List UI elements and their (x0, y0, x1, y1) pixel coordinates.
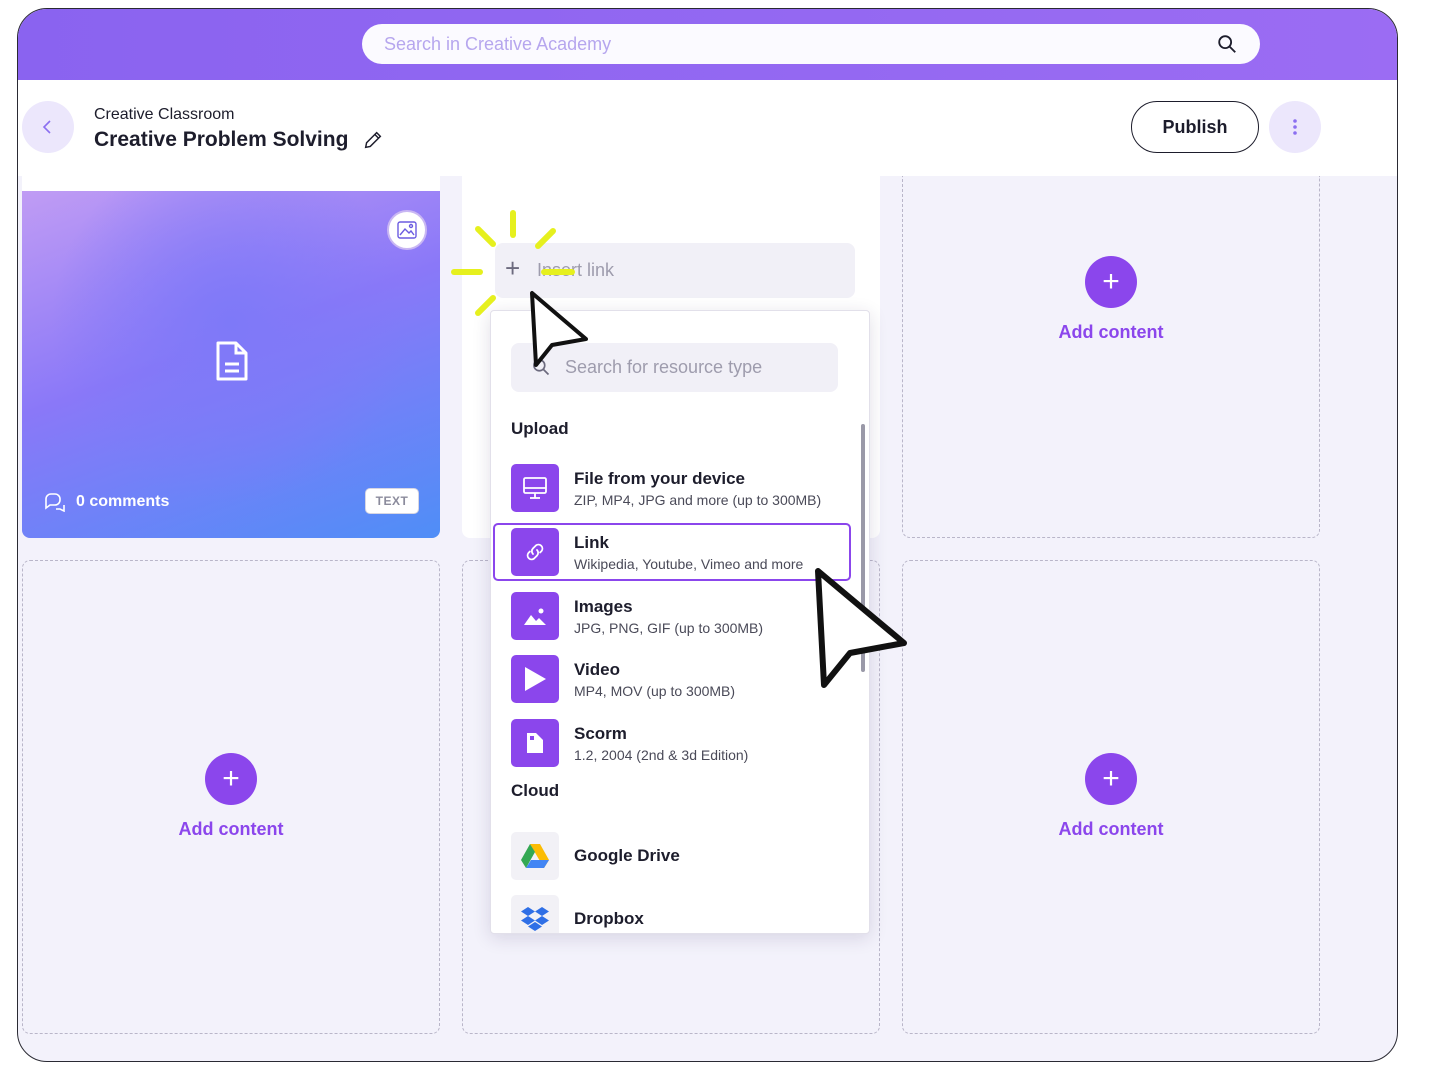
global-search-input[interactable]: Search in Creative Academy (362, 24, 1260, 64)
cloud-section-heading: Cloud (511, 781, 560, 800)
option-file-from-device[interactable]: File from your device ZIP, MP4, JPG and … (511, 461, 841, 515)
option-dropbox[interactable]: Dropbox (511, 892, 841, 933)
option-images[interactable]: Images JPG, PNG, GIF (up to 300MB) (511, 589, 841, 643)
document-icon (216, 341, 248, 381)
change-cover-button[interactable] (387, 210, 427, 250)
plus-icon: + (205, 753, 257, 805)
option-video[interactable]: Video MP4, MOV (up to 300MB) (511, 652, 841, 706)
option-title: Scorm (574, 723, 627, 743)
card-top-edge (22, 176, 440, 191)
dropbox-icon (511, 895, 559, 933)
option-title: Link (574, 532, 609, 552)
back-button[interactable] (22, 101, 74, 153)
resource-type-search-input[interactable]: Search for resource type (511, 343, 838, 392)
more-options-button[interactable] (1269, 101, 1321, 153)
comments-count[interactable]: 0 comments (44, 492, 169, 512)
link-icon (511, 528, 559, 576)
upload-section-heading: Upload (511, 419, 569, 438)
insert-link-placeholder: Insert link (537, 260, 615, 280)
plus-icon: + (1085, 753, 1137, 805)
plus-icon[interactable]: + (505, 255, 520, 281)
page-title-text: Creative Problem Solving (94, 128, 349, 151)
option-title: Images (574, 596, 633, 616)
page-title: Creative Problem Solving (94, 128, 384, 152)
comments-icon (45, 493, 65, 512)
option-google-drive[interactable]: Google Drive (511, 829, 841, 883)
option-subtitle: ZIP, MP4, JPG and more (up to 300MB) (574, 491, 822, 508)
publish-button[interactable]: Publish (1131, 101, 1259, 153)
insert-link-input[interactable]: + Insert link (495, 243, 855, 298)
option-subtitle: 1.2, 2004 (2nd & 3d Edition) (574, 746, 749, 763)
top-bar: Search in Creative Academy (18, 9, 1397, 80)
option-subtitle: MP4, MOV (up to 300MB) (574, 682, 736, 699)
resource-search-placeholder: Search for resource type (565, 357, 763, 377)
resource-type-badge: TEXT (365, 488, 419, 514)
monitor-icon (511, 464, 559, 512)
add-content-button[interactable]: + Add content (903, 753, 1319, 840)
add-content-button[interactable]: + Add content (23, 753, 439, 840)
search-icon (533, 359, 550, 376)
empty-slot: + Add content (22, 560, 440, 1034)
scorm-icon (511, 719, 559, 767)
text-resource-card[interactable]: 0 comments TEXT (22, 191, 440, 538)
option-link[interactable]: Link Wikipedia, Youtube, Vimeo and more (493, 523, 851, 581)
resource-type-dropdown: Search for resource type Upload File fro… (490, 310, 870, 934)
comments-label: 0 comments (76, 493, 170, 510)
add-content-label: Add content (1058, 819, 1164, 839)
kebab-menu-icon (1293, 119, 1297, 135)
option-subtitle: JPG, PNG, GIF (up to 300MB) (574, 619, 764, 636)
google-drive-icon (511, 832, 559, 880)
search-placeholder: Search in Creative Academy (384, 33, 612, 54)
add-content-label: Add content (1058, 322, 1164, 342)
option-subtitle: Wikipedia, Youtube, Vimeo and more (574, 555, 804, 572)
add-content-label: Add content (178, 819, 284, 839)
add-content-button[interactable]: + Add content (903, 256, 1319, 343)
option-title: Dropbox (574, 909, 644, 928)
breadcrumb[interactable]: Creative Classroom (94, 106, 234, 124)
image-icon (511, 592, 559, 640)
option-title: Video (574, 659, 620, 679)
pencil-icon[interactable] (362, 129, 384, 151)
empty-slot: + Add content (902, 560, 1320, 1034)
search-icon[interactable] (1216, 33, 1238, 55)
plus-icon: + (1085, 256, 1137, 308)
option-title: Google Drive (574, 846, 680, 865)
empty-slot: + Add content (902, 176, 1320, 538)
play-icon (511, 655, 559, 703)
image-icon (397, 221, 417, 239)
page-header: Creative Classroom Creative Problem Solv… (18, 80, 1397, 176)
option-scorm[interactable]: Scorm 1.2, 2004 (2nd & 3d Edition) (511, 716, 841, 770)
option-title: File from your device (574, 468, 745, 488)
dropdown-scrollbar[interactable] (861, 424, 865, 672)
app-window: Search in Creative Academy Creative Clas… (17, 8, 1398, 1062)
chevron-left-icon (42, 120, 51, 134)
